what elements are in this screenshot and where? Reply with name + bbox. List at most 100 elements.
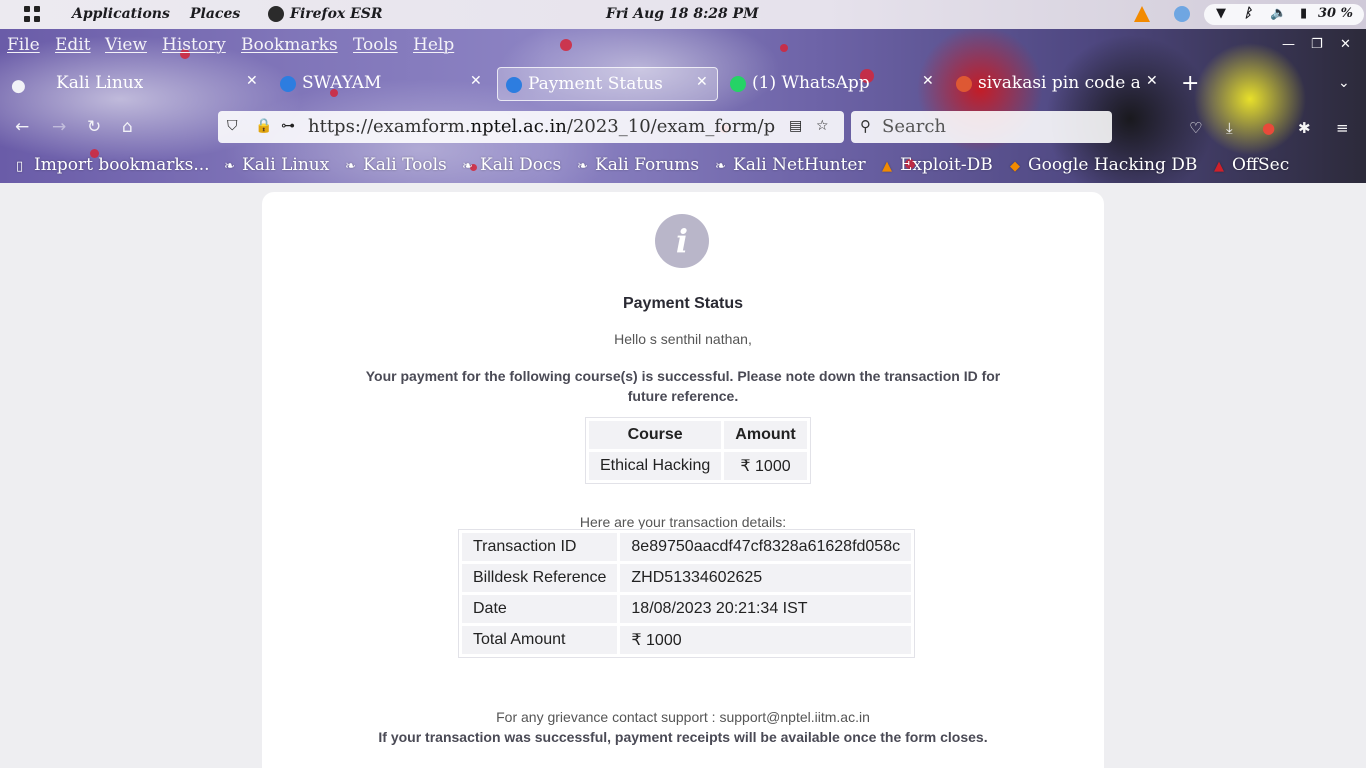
- reader-view-icon[interactable]: ▤: [789, 118, 802, 134]
- bookmark-offsec[interactable]: ▲ OffSec: [1214, 155, 1289, 175]
- menu-history[interactable]: History: [162, 35, 226, 55]
- bookmark-exploit-db[interactable]: ▲ Exploit-DB: [882, 155, 993, 175]
- success-message: Your payment for the following course(s)…: [365, 368, 1001, 404]
- menu-tools[interactable]: Tools: [353, 35, 398, 55]
- menu-help[interactable]: Help: [413, 35, 454, 55]
- tab-swayam[interactable]: SWAYAM ✕: [272, 67, 492, 101]
- close-icon[interactable]: ✕: [696, 74, 708, 90]
- battery-level: 30 %: [1318, 6, 1353, 21]
- close-icon[interactable]: ✕: [922, 73, 934, 89]
- total-amount: ₹ 1000: [620, 626, 912, 654]
- support-contact: For any grievance contact support : supp…: [496, 709, 870, 725]
- vlc-icon[interactable]: [1134, 6, 1150, 22]
- close-icon[interactable]: ✕: [470, 73, 482, 89]
- address-bar[interactable]: ⛉ 🔒 ⊶ https://examform.nptel.ac.in/2023_…: [218, 111, 844, 143]
- close-icon[interactable]: ✕: [246, 73, 258, 89]
- details-intro: Here are your transaction details:: [579, 514, 787, 530]
- menu-bookmarks[interactable]: Bookmarks: [241, 35, 338, 55]
- menu-hamburger-icon[interactable]: ≡: [1336, 119, 1349, 137]
- kali-dragon-icon: ❧: [715, 159, 726, 174]
- tab-label: Payment Status: [528, 74, 663, 94]
- pocket-icon[interactable]: ♡: [1189, 119, 1202, 137]
- tab-kali-linux[interactable]: Kali Linux ✕: [44, 67, 266, 101]
- menu-file[interactable]: File: [7, 35, 40, 55]
- kali-dragon-icon: ❧: [224, 159, 235, 174]
- duckduckgo-icon: [956, 76, 972, 92]
- minimize-icon[interactable]: —: [1282, 37, 1295, 52]
- maximize-icon[interactable]: ❐: [1311, 37, 1323, 52]
- url-text[interactable]: https://examform.nptel.ac.in/2023_10/exa…: [308, 116, 783, 137]
- search-icon: ⚲: [860, 117, 871, 135]
- page-content: i Payment Status Hello s senthil nathan,…: [0, 183, 1366, 768]
- table-row: Date 18/08/2023 20:21:34 IST: [462, 595, 912, 623]
- system-top-panel: Applications Places Firefox ESR Fri Aug …: [0, 0, 1366, 29]
- tab-label: SWAYAM: [302, 73, 382, 93]
- bookmark-kali-docs[interactable]: ❧ Kali Docs: [462, 155, 561, 175]
- bookmark-star-icon[interactable]: ☆: [816, 118, 829, 134]
- clock[interactable]: Fri Aug 18 8:28 PM: [606, 6, 759, 22]
- home-icon[interactable]: ⌂: [122, 117, 133, 137]
- field-label: Total Amount: [462, 626, 618, 654]
- new-tab-icon[interactable]: +: [1181, 71, 1199, 96]
- payment-status-card: i Payment Status Hello s senthil nathan,…: [262, 192, 1104, 768]
- bookmark-kali-linux[interactable]: ❧ Kali Linux: [224, 155, 329, 175]
- kali-dragon-icon: ❧: [345, 159, 356, 174]
- table-row: Total Amount ₹ 1000: [462, 626, 912, 654]
- whatsapp-icon: [730, 76, 746, 92]
- transaction-table: Transaction ID 8e89750aacdf47cf8328a6162…: [458, 529, 916, 658]
- menu-edit[interactable]: Edit: [55, 35, 91, 55]
- status-tray[interactable]: ▼ ᛒ 🔈 ▮ 30 %: [1204, 4, 1364, 25]
- back-icon[interactable]: ←: [15, 117, 29, 137]
- table-header-row: Course Amount: [589, 421, 807, 449]
- tab-sivakasi-pin-code[interactable]: sivakasi pin code a ✕: [948, 67, 1170, 101]
- permissions-icon[interactable]: ⊶: [281, 118, 295, 134]
- exploit-db-icon: ▲: [882, 159, 892, 174]
- offsec-icon: ▲: [1214, 159, 1224, 174]
- extensions-puzzle-icon[interactable]: ✱: [1298, 119, 1311, 137]
- download-icon[interactable]: ⤓: [1226, 119, 1233, 137]
- app-grid-icon[interactable]: [24, 6, 42, 24]
- bookmark-kali-tools[interactable]: ❧ Kali Tools: [345, 155, 447, 175]
- field-label: Transaction ID: [462, 533, 618, 561]
- active-app-name[interactable]: Firefox ESR: [290, 6, 383, 22]
- import-icon: ▯: [16, 159, 24, 174]
- forward-icon[interactable]: →: [52, 117, 66, 137]
- kali-dragon-icon: ❧: [577, 159, 588, 174]
- table-row: Ethical Hacking ₹ 1000: [589, 452, 807, 480]
- places-menu[interactable]: Places: [190, 6, 240, 22]
- close-window-icon[interactable]: ✕: [1340, 37, 1351, 52]
- bookmark-kali-forums[interactable]: ❧ Kali Forums: [577, 155, 699, 175]
- bookmark-kali-nethunter[interactable]: ❧ Kali NetHunter: [715, 155, 866, 175]
- column-header: Course: [589, 421, 722, 449]
- battery-icon: ▮: [1300, 6, 1308, 21]
- tab-label: (1) WhatsApp: [752, 73, 870, 93]
- close-icon[interactable]: ✕: [1146, 73, 1158, 89]
- firefox-view-icon[interactable]: ●: [11, 76, 26, 96]
- course-table: Course Amount Ethical Hacking ₹ 1000: [585, 417, 811, 484]
- extension-icon[interactable]: ●: [1262, 119, 1275, 137]
- lock-icon[interactable]: 🔒: [255, 118, 272, 134]
- volume-icon: 🔈: [1270, 6, 1287, 21]
- greeting: Hello s senthil nathan,: [614, 331, 752, 347]
- chevron-down-icon[interactable]: ⌄: [1338, 75, 1350, 91]
- transaction-id: 8e89750aacdf47cf8328a61628fd058c: [620, 533, 912, 561]
- page-title: Payment Status: [622, 295, 744, 312]
- field-label: Billdesk Reference: [462, 564, 618, 592]
- course-name: Ethical Hacking: [589, 452, 722, 480]
- table-row: Transaction ID 8e89750aacdf47cf8328a6162…: [462, 533, 912, 561]
- bookmark-import[interactable]: ▯ Import bookmarks...: [16, 155, 210, 175]
- tab-payment-status[interactable]: Payment Status ✕: [497, 67, 718, 101]
- tray-app-icon[interactable]: [1174, 6, 1190, 22]
- search-placeholder: Search: [882, 116, 946, 137]
- wifi-icon: ▼: [1216, 6, 1226, 21]
- swayam-icon: [280, 76, 296, 92]
- ghdb-icon: ◆: [1010, 159, 1020, 174]
- tab-whatsapp[interactable]: (1) WhatsApp ✕: [722, 67, 944, 101]
- applications-menu[interactable]: Applications: [72, 6, 170, 22]
- swayam-icon: [506, 77, 522, 93]
- bookmark-google-hacking-db[interactable]: ◆ Google Hacking DB: [1010, 155, 1197, 175]
- shield-icon[interactable]: ⛉: [227, 118, 238, 134]
- menu-view[interactable]: View: [105, 35, 147, 55]
- reload-icon[interactable]: ↻: [87, 117, 101, 137]
- search-input[interactable]: ⚲ Search: [851, 111, 1112, 143]
